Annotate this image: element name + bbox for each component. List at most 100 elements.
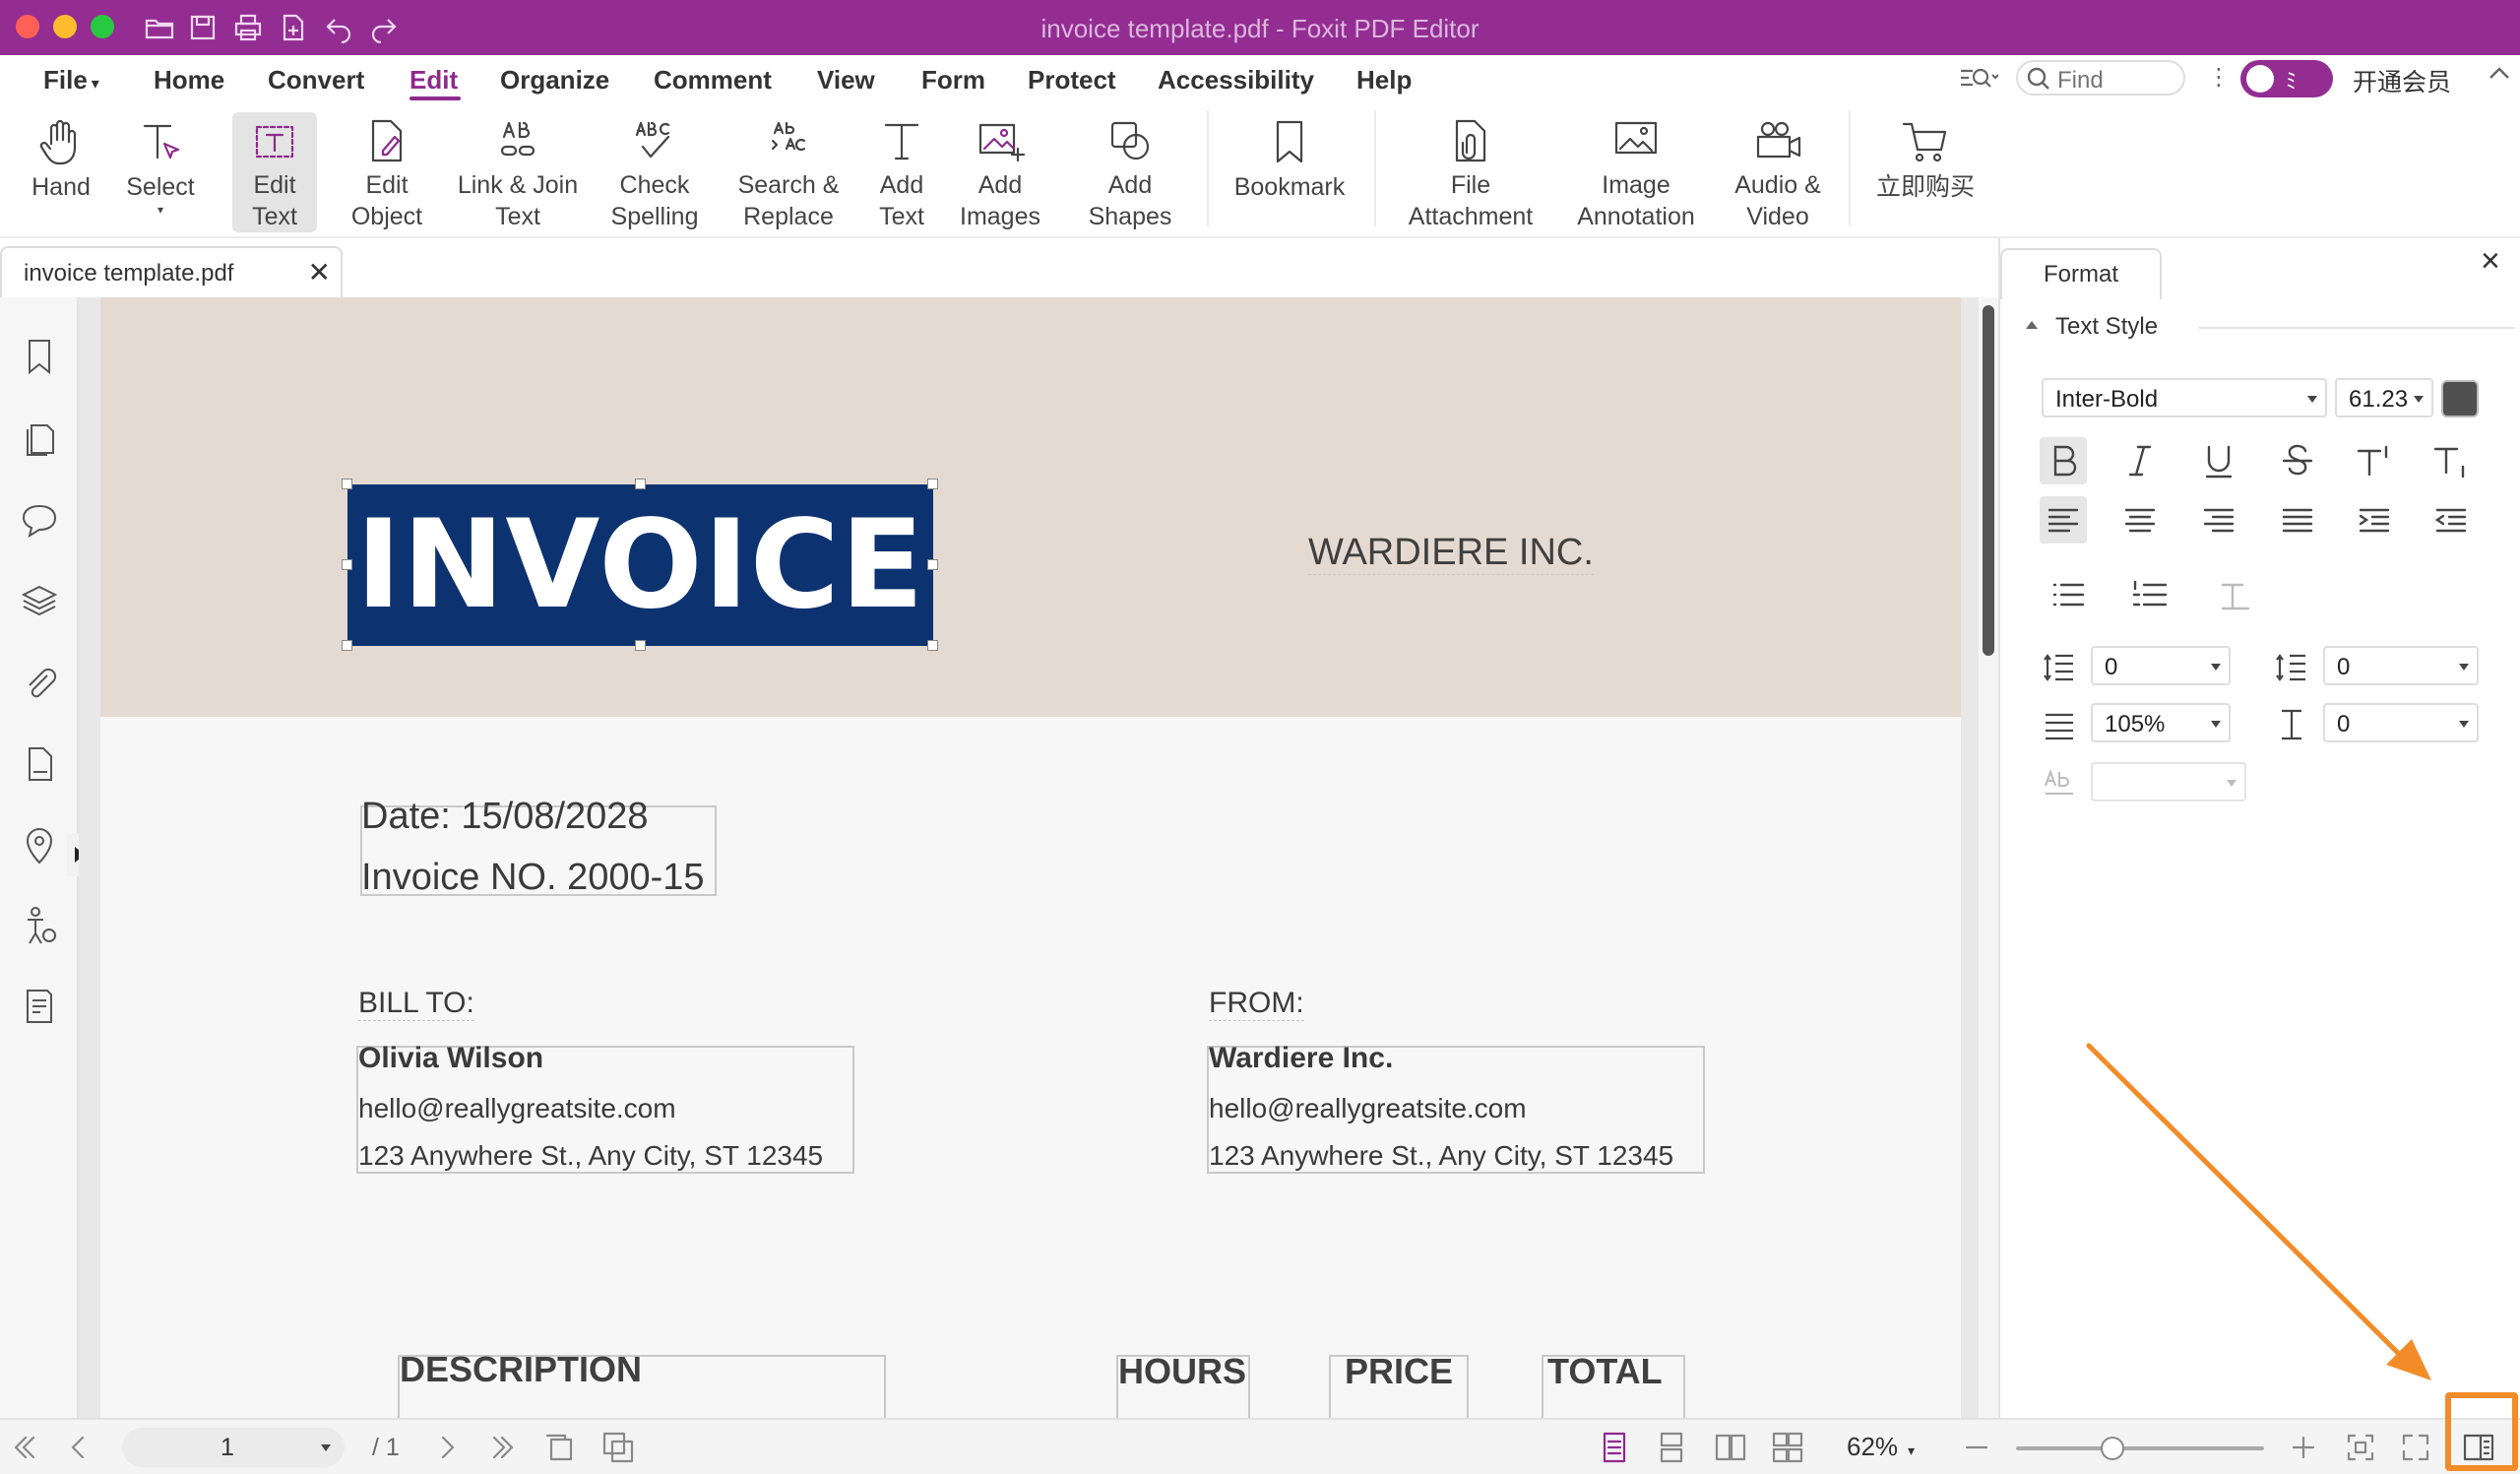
close-tab-icon[interactable]: ✕: [308, 256, 331, 288]
resize-handle[interactable]: [927, 479, 938, 489]
bill-to-email[interactable]: hello@reallygreatsite.com: [358, 1093, 676, 1124]
underline-button[interactable]: [2195, 437, 2242, 484]
select-tool-button[interactable]: Select ▾: [118, 112, 203, 232]
resize-handle[interactable]: [927, 640, 938, 651]
continuous-view-icon[interactable]: [1654, 1430, 1689, 1465]
member-link[interactable]: 开通会员: [2353, 63, 2451, 98]
invoice-title-text[interactable]: INVOICE: [347, 484, 933, 646]
company-name-text[interactable]: WARDIERE INC.: [1308, 532, 1594, 575]
column-header-total[interactable]: TOTAL: [1547, 1351, 1663, 1392]
signatures-panel-icon[interactable]: [18, 742, 61, 786]
menu-view[interactable]: View: [817, 65, 875, 96]
from-label[interactable]: FROM:: [1209, 987, 1304, 1021]
attachments-panel-icon[interactable]: [18, 662, 61, 705]
more-options-icon[interactable]: ⋮: [2207, 63, 2231, 92]
from-email[interactable]: hello@reallygreatsite.com: [1209, 1093, 1527, 1124]
fit-page-icon[interactable]: [2343, 1430, 2378, 1465]
vertical-scrollbar[interactable]: [1979, 297, 1998, 1418]
first-page-icon[interactable]: [6, 1430, 41, 1465]
collapse-section-icon[interactable]: [2026, 321, 2038, 329]
invoice-number-text[interactable]: Invoice NO. 2000-15: [361, 857, 705, 899]
menu-organize[interactable]: Organize: [500, 65, 609, 96]
previous-view-icon[interactable]: [543, 1430, 579, 1465]
menu-form[interactable]: Form: [921, 65, 985, 96]
bill-to-label[interactable]: BILL TO:: [358, 987, 474, 1021]
single-page-view-icon[interactable]: [1597, 1430, 1632, 1465]
menu-protect[interactable]: Protect: [1028, 65, 1116, 96]
bill-to-address[interactable]: 123 Anywhere St., Any City, ST 12345: [358, 1140, 823, 1172]
search-replace-button[interactable]: Search & Replace: [728, 112, 849, 232]
pages-panel-icon[interactable]: [18, 416, 61, 459]
bookmark-button[interactable]: Bookmark: [1227, 112, 1353, 232]
resize-handle[interactable]: [635, 640, 646, 651]
font-family-select[interactable]: Inter-Bold: [2042, 378, 2327, 417]
indent-increase-button[interactable]: [2351, 496, 2398, 544]
text-direction-button[interactable]: [2207, 571, 2266, 618]
find-input[interactable]: [2057, 67, 2175, 95]
font-size-select[interactable]: 61.23: [2335, 378, 2433, 417]
subscript-button[interactable]: [2427, 437, 2475, 484]
justify-button[interactable]: [2274, 496, 2321, 544]
file-attachment-button[interactable]: File Attachment: [1396, 112, 1545, 232]
scrollbar-thumb[interactable]: [1983, 305, 1994, 656]
hand-tool-button[interactable]: Hand: [24, 112, 98, 232]
document-viewer[interactable]: INVOICE WARDIERE INC. Date: 15/08/2028 I…: [79, 297, 1979, 1418]
italic-button[interactable]: [2116, 437, 2164, 484]
align-left-button[interactable]: [2040, 496, 2087, 544]
collapse-ribbon-icon[interactable]: [2485, 59, 2514, 89]
column-header-description[interactable]: DESCRIPTION: [400, 1349, 642, 1390]
menu-home[interactable]: Home: [154, 65, 224, 96]
zoom-level[interactable]: 62% ▾: [1847, 1432, 1915, 1462]
link-join-text-button[interactable]: Link & Join Text: [451, 112, 585, 232]
previous-page-icon[interactable]: [61, 1430, 96, 1465]
text-color-swatch[interactable]: [2441, 380, 2479, 417]
add-shapes-button[interactable]: Add Shapes: [1073, 112, 1187, 232]
edit-text-button[interactable]: Edit Text: [232, 112, 317, 232]
layers-panel-icon[interactable]: [18, 579, 61, 622]
select-dropdown-caret[interactable]: ▾: [158, 203, 163, 217]
add-images-button[interactable]: Add Images: [953, 112, 1047, 232]
strikethrough-button[interactable]: [2274, 437, 2321, 484]
find-box[interactable]: [2016, 60, 2185, 96]
menu-convert[interactable]: Convert: [268, 65, 364, 96]
resize-handle[interactable]: [342, 479, 352, 489]
zoom-slider-knob[interactable]: [2101, 1437, 2125, 1460]
edit-object-button[interactable]: Edit Object: [339, 112, 435, 232]
baseline-offset-field[interactable]: 0: [2323, 703, 2479, 742]
from-address[interactable]: 123 Anywhere St., Any City, ST 12345: [1209, 1140, 1673, 1172]
align-right-button[interactable]: [2195, 496, 2242, 544]
facing-view-icon[interactable]: [1713, 1430, 1748, 1465]
resize-handle[interactable]: [635, 479, 646, 489]
audio-video-button[interactable]: Audio & Video: [1725, 112, 1831, 232]
zoom-slider[interactable]: [2016, 1437, 2264, 1460]
full-screen-icon[interactable]: [2398, 1430, 2433, 1465]
add-text-button[interactable]: Add Text: [864, 112, 939, 232]
tab-invoice-template[interactable]: invoice template.pdf ✕: [0, 246, 343, 297]
next-view-icon[interactable]: [600, 1430, 636, 1465]
comments-panel-icon[interactable]: [18, 498, 61, 542]
date-text[interactable]: Date: 15/08/2028: [361, 796, 649, 838]
align-center-button[interactable]: [2116, 496, 2164, 544]
close-panel-icon[interactable]: ×: [2481, 242, 2500, 281]
character-spacing-field[interactable]: [2091, 762, 2246, 801]
menu-accessibility[interactable]: Accessibility: [1158, 65, 1314, 96]
next-page-icon[interactable]: [429, 1430, 465, 1465]
bill-to-name[interactable]: Olivia Wilson: [358, 1042, 543, 1075]
horizontal-scale-field[interactable]: 105%: [2091, 703, 2231, 742]
line-spacing-field[interactable]: 0: [2091, 646, 2231, 685]
accessibility-panel-icon[interactable]: [18, 904, 61, 947]
tab-format[interactable]: Format: [2000, 248, 2162, 299]
menu-file[interactable]: File ▾: [43, 65, 99, 96]
current-page[interactable]: 1: [220, 1434, 234, 1462]
menu-help[interactable]: Help: [1356, 65, 1412, 96]
superscript-button[interactable]: [2351, 437, 2398, 484]
menu-comment[interactable]: Comment: [654, 65, 772, 96]
bullet-list-button[interactable]: [2040, 571, 2099, 618]
location-panel-icon[interactable]: [18, 823, 61, 866]
paragraph-spacing-field[interactable]: 0: [2323, 646, 2479, 685]
indent-decrease-button[interactable]: [2427, 496, 2475, 544]
search-options-icon[interactable]: [1959, 63, 1999, 93]
resize-handle[interactable]: [342, 559, 352, 570]
zoom-in-icon[interactable]: [2286, 1430, 2321, 1465]
resize-handle[interactable]: [342, 640, 352, 651]
